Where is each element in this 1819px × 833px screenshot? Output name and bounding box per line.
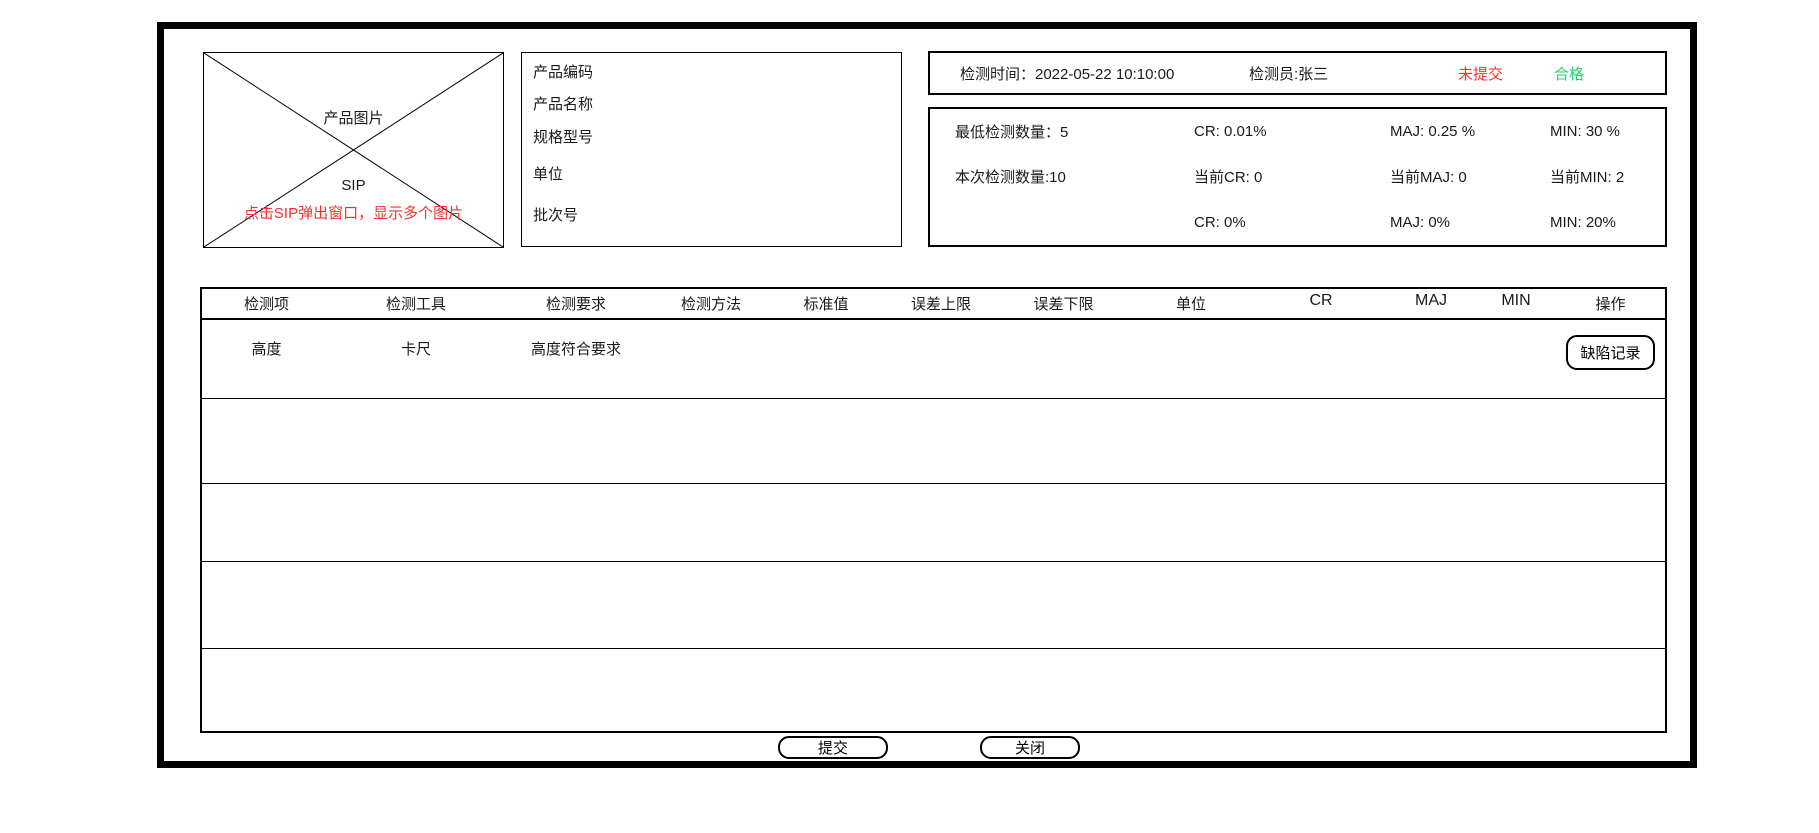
col-header-upper-limit: 误差上限 xyxy=(881,288,1001,319)
close-button[interactable]: 关闭 xyxy=(980,736,1080,759)
field-label-product-code: 产品编码 xyxy=(533,63,593,83)
product-info-panel: 产品编码 产品名称 规格型号 单位 批次号 xyxy=(521,52,902,247)
sip-popup-note: 点击SIP弹出窗口，显示多个图片 xyxy=(204,202,503,223)
col-header-min: MIN xyxy=(1476,288,1556,319)
cell-tool: 卡尺 xyxy=(331,319,501,398)
table-row: 高度 卡尺 高度符合要求 缺陷记录 xyxy=(201,319,1666,398)
inspection-stats-panel: 最低检测数量：5 CR: 0.01% MAJ: 0.25 % MIN: 30 %… xyxy=(928,107,1667,247)
stat-cr-limit: CR: 0.01% xyxy=(1194,109,1390,154)
stat-maj-rate: MAJ: 0% xyxy=(1390,200,1550,245)
stat-current-qty: 本次检测数量:10 xyxy=(955,154,1194,199)
inspection-window: 产品图片 SIP 点击SIP弹出窗口，显示多个图片 产品编码 产品名称 规格型号… xyxy=(0,0,1819,833)
inspection-time: 检测时间：2022-05-22 10:10:00 xyxy=(960,53,1174,93)
col-header-action: 操作 xyxy=(1556,288,1666,319)
table-row-empty xyxy=(201,648,1666,732)
field-label-batch-number: 批次号 xyxy=(533,206,578,226)
submit-button[interactable]: 提交 xyxy=(778,736,888,759)
product-image-label: 产品图片 xyxy=(204,107,503,128)
stat-min-limit: MIN: 30 % xyxy=(1550,109,1665,154)
stat-current-min: 当前MIN: 2 xyxy=(1550,154,1665,199)
stat-cr-rate: CR: 0% xyxy=(1194,200,1390,245)
col-header-lower-limit: 误差下限 xyxy=(1001,288,1126,319)
col-header-cr: CR xyxy=(1256,288,1386,319)
table-header-row: 检测项 检测工具 检测要求 检测方法 标准值 误差上限 误差下限 单位 CR M… xyxy=(201,288,1666,319)
col-header-tool: 检测工具 xyxy=(331,288,501,319)
cell-action: 缺陷记录 xyxy=(1556,319,1666,398)
col-header-requirement: 检测要求 xyxy=(501,288,651,319)
stat-current-cr: 当前CR: 0 xyxy=(1194,154,1390,199)
table-row-empty xyxy=(201,561,1666,648)
stat-current-maj: 当前MAJ: 0 xyxy=(1390,154,1550,199)
stat-maj-limit: MAJ: 0.25 % xyxy=(1390,109,1550,154)
field-label-unit: 单位 xyxy=(533,165,563,185)
stat-min-rate: MIN: 20% xyxy=(1550,200,1665,245)
field-label-product-name: 产品名称 xyxy=(533,95,593,115)
inspection-items-table: 检测项 检测工具 检测要求 检测方法 标准值 误差上限 误差下限 单位 CR M… xyxy=(200,287,1667,733)
status-unsubmitted: 未提交 xyxy=(1458,53,1503,93)
col-header-standard: 标准值 xyxy=(771,288,881,319)
inspection-header-panel: 检测时间：2022-05-22 10:10:00 检测员:张三 未提交 合格 xyxy=(928,51,1667,95)
sip-link[interactable]: SIP xyxy=(204,177,503,194)
table-row-empty xyxy=(201,483,1666,561)
product-image-placeholder[interactable]: 产品图片 SIP 点击SIP弹出窗口，显示多个图片 xyxy=(203,52,504,248)
col-header-unit: 单位 xyxy=(1126,288,1256,319)
field-label-spec-model: 规格型号 xyxy=(533,128,593,148)
status-qualified: 合格 xyxy=(1554,53,1584,93)
cell-item: 高度 xyxy=(201,319,331,398)
col-header-method: 检测方法 xyxy=(651,288,771,319)
col-header-item: 检测项 xyxy=(201,288,331,319)
col-header-maj: MAJ xyxy=(1386,288,1476,319)
table-row-empty xyxy=(201,398,1666,483)
stat-min-check-qty: 最低检测数量：5 xyxy=(955,109,1194,154)
stat-blank xyxy=(955,200,1194,245)
cell-requirement: 高度符合要求 xyxy=(501,319,651,398)
defect-record-button[interactable]: 缺陷记录 xyxy=(1566,335,1654,370)
inspector-name: 检测员:张三 xyxy=(1249,53,1328,93)
